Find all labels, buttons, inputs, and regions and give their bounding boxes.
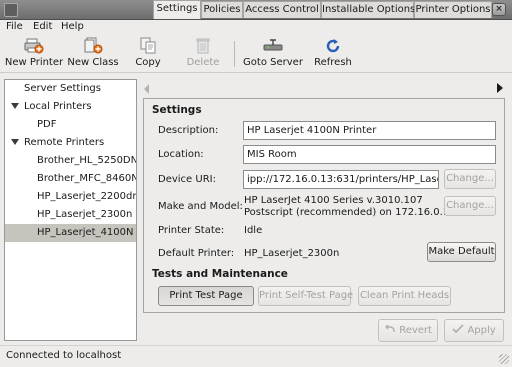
tree-group-local-printers[interactable]: Local Printers [5,98,136,116]
make-model-label: Make and Model: [158,201,243,212]
revert-button[interactable]: Revert [378,319,438,342]
printer-tree: Server Settings Local Printers PDF Remot… [4,79,137,341]
tree-item-hp-laserjet-2200dn[interactable]: HP_Laserjet_2200dn [5,188,136,206]
tree-item-label: Brother_MFC_8460N [37,173,137,184]
tree-item-label: Brother_HL_5250DN [37,155,137,166]
tree-item-server-settings[interactable]: Server Settings [5,80,136,98]
toolbar-separator [234,41,235,67]
close-icon[interactable]: × [492,3,506,16]
settings-heading: Settings [152,104,202,116]
device-uri-label: Device URI: [158,174,216,185]
apply-button[interactable]: Apply [444,319,504,342]
make-model-line1: HP LaserJet 4100 Series v.3010.107 [244,195,423,206]
tree-item-label: Server Settings [24,83,101,94]
printer-state-label: Printer State: [158,225,225,236]
status-text: Connected to localhost [6,350,122,361]
delete-label: Delete [186,57,220,68]
menu-edit[interactable]: Edit [33,21,52,32]
new-printer-button[interactable]: New Printer [4,37,64,71]
tree-item-label: HP_Laserjet_4100N [37,227,134,238]
tests-heading: Tests and Maintenance [152,268,288,280]
tree-item-pdf[interactable]: PDF [5,116,136,134]
description-field[interactable]: HP Laserjet 4100N Printer [243,121,496,140]
tree-item-label: HP_Laserjet_2200dn [37,191,137,202]
make-model-line2: Postscript (recommended) on 172.16.0.13 [244,207,456,218]
new-class-label: New Class [67,57,119,68]
tree-item-hp-laserjet-4100n[interactable]: HP_Laserjet_4100N [5,224,136,242]
tab-scroll-right-icon[interactable] [497,83,503,93]
change-device-uri-button[interactable]: Change... [444,169,496,189]
status-bar: Connected to localhost [0,345,512,367]
resize-grip-icon[interactable] [499,354,509,364]
copy-label: Copy [135,57,161,68]
goto-server-button[interactable]: Goto Server [242,37,304,71]
menu-file[interactable]: File [6,21,23,32]
refresh-label: Refresh [314,57,352,68]
refresh-icon [326,39,340,53]
location-label: Location: [158,149,204,160]
tree-item-label: Local Printers [24,101,92,112]
refresh-button[interactable]: Refresh [312,37,354,71]
copy-button[interactable]: Copy [130,37,166,71]
new-class-icon [84,37,103,54]
tab-access-control[interactable]: Access Control [243,1,321,18]
tree-item-label: PDF [37,119,57,130]
tree-item-label: HP_Laserjet_2300n [37,209,133,220]
apply-label: Apply [467,325,496,336]
trash-icon [196,38,210,54]
make-default-button[interactable]: Make Default [427,242,496,262]
tree-item-hp-laserjet-2300n[interactable]: HP_Laserjet_2300n [5,206,136,224]
expander-down-icon[interactable] [11,103,19,109]
menu-bar: File Edit Help [0,20,512,34]
new-printer-icon [24,38,44,54]
toolbar: New Printer New Class Copy Delete Goto S… [0,35,512,73]
revert-icon [385,324,395,333]
location-field[interactable]: MIS Room [243,145,496,164]
tab-printer-options[interactable]: Printer Options [414,1,492,18]
tree-item-label: Remote Printers [24,137,105,148]
tab-scroll-left-icon[interactable] [144,84,149,94]
checkmark-icon [452,324,464,334]
clean-print-heads-button[interactable]: Clean Print Heads [358,286,451,306]
print-test-page-button[interactable]: Print Test Page [158,286,254,306]
tree-item-brother-hl-5250dn[interactable]: Brother_HL_5250DN [5,152,136,170]
printer-state-value: Idle [244,225,263,236]
goto-server-label: Goto Server [243,57,303,68]
tab-installable-options[interactable]: Installable Options [321,1,415,18]
device-uri-field[interactable]: ipp://172.16.0.13:631/printers/HP_Laserj… [243,170,439,189]
default-printer-value: HP_Laserjet_2300n [244,248,340,259]
change-make-model-button[interactable]: Change... [444,196,496,216]
expander-down-icon[interactable] [11,139,19,145]
menu-help[interactable]: Help [61,21,84,32]
tree-group-remote-printers[interactable]: Remote Printers [5,134,136,152]
tab-policies[interactable]: Policies [201,1,243,18]
default-printer-label: Default Printer: [158,248,235,259]
description-label: Description: [158,125,219,136]
new-printer-label: New Printer [4,57,64,68]
tree-item-brother-mfc-8460n[interactable]: Brother_MFC_8460N [5,170,136,188]
server-icon [263,39,283,51]
tab-settings[interactable]: Settings [153,0,201,19]
revert-label: Revert [399,325,432,336]
delete-button[interactable]: Delete [185,37,221,71]
new-class-button[interactable]: New Class [66,37,120,71]
copy-icon [140,37,156,54]
print-self-test-page-button[interactable]: Print Self-Test Page [258,286,353,306]
